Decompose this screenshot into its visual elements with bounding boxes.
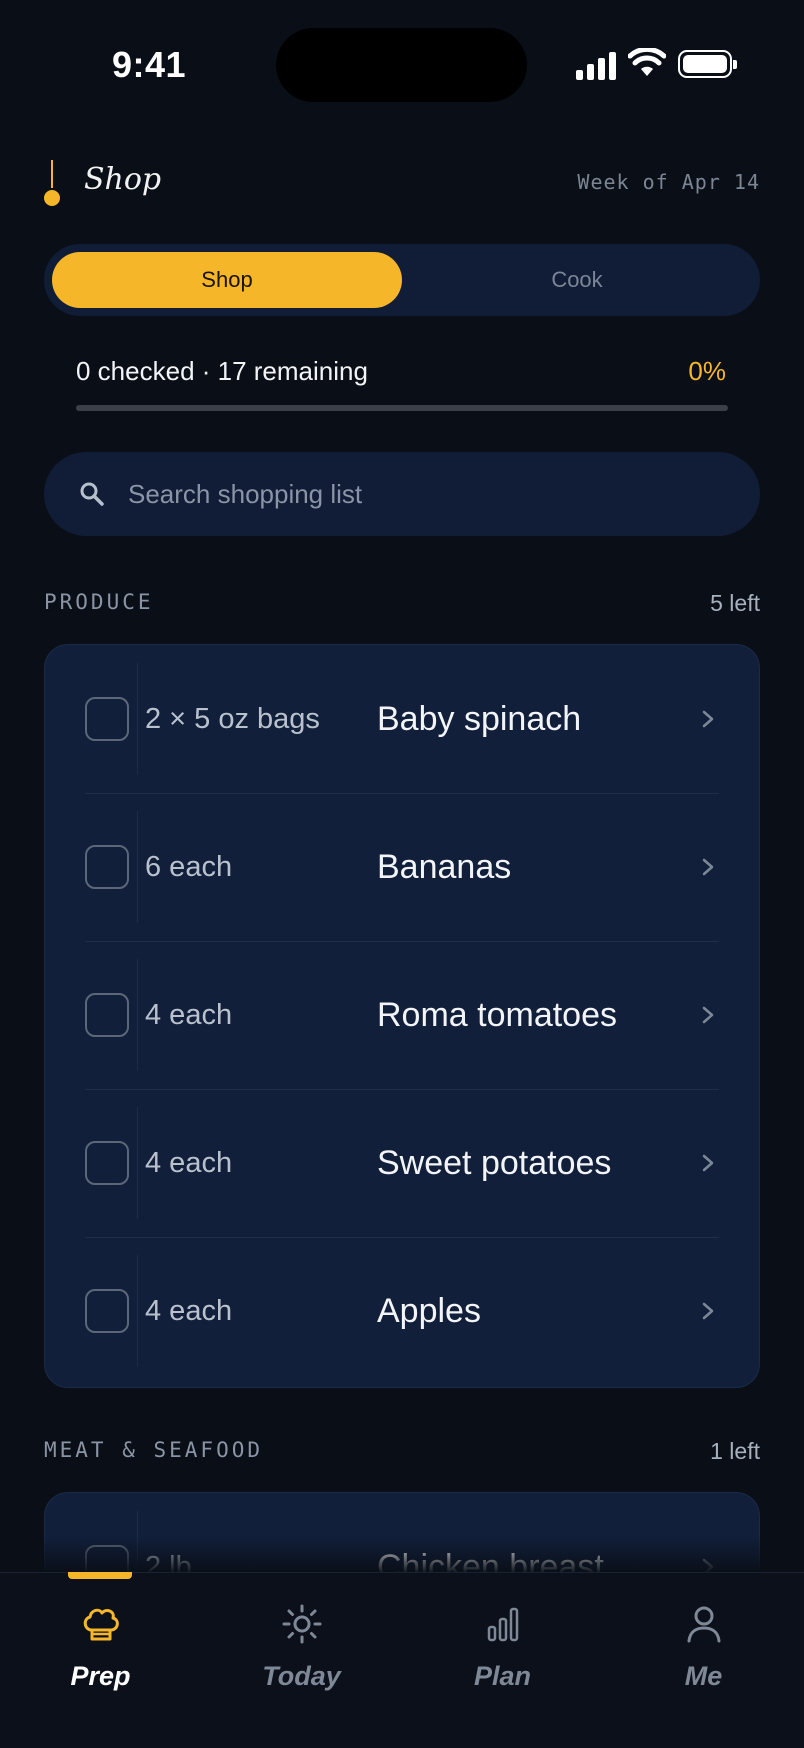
bottom-tab-bar: Prep Today Plan Me [0, 1572, 804, 1748]
search-input[interactable] [128, 452, 728, 536]
item-name: Roma tomatoes [377, 995, 617, 1034]
tab-label: Today [262, 1661, 341, 1691]
status-time: 9:41 [112, 44, 187, 85]
list-item[interactable]: 6 each Bananas [45, 793, 759, 941]
row-divider [137, 1255, 138, 1367]
list-item[interactable]: 4 each Sweet potatoes [45, 1089, 759, 1237]
section-count-produce: 5 left [710, 590, 760, 616]
chevron-right-icon[interactable] [701, 1001, 715, 1029]
item-name: Sweet potatoes [377, 1143, 612, 1182]
app-logo-icon [44, 160, 60, 206]
tab-prep[interactable]: Prep [0, 1572, 201, 1748]
tab-label: Plan [473, 1661, 532, 1691]
dynamic-island [276, 28, 527, 102]
tab-today[interactable]: Today [201, 1573, 402, 1748]
battery-icon [678, 50, 737, 78]
item-checkbox[interactable] [85, 1141, 129, 1185]
tab-me[interactable]: Me [603, 1573, 804, 1748]
row-divider [137, 663, 138, 775]
item-quantity: 4 each [145, 1295, 233, 1327]
item-name: Bananas [377, 847, 512, 886]
section-title-meat-seafood: MEAT & SEAFOOD [44, 1438, 264, 1462]
sun-icon [282, 1604, 322, 1644]
progress-bar [76, 405, 728, 411]
row-divider [137, 1107, 138, 1219]
item-quantity: 6 each [145, 851, 233, 883]
chef-hat-icon [83, 1608, 119, 1641]
section-title-produce: PRODUCE [44, 590, 154, 614]
search-bar [44, 452, 760, 536]
scroll-fade [0, 1536, 804, 1572]
row-divider [137, 811, 138, 923]
page-header: Shop Week of Apr 14 [44, 158, 760, 208]
page-title: Shop [84, 162, 162, 197]
shop-cook-toggle: Shop Cook [44, 244, 760, 316]
item-checkbox[interactable] [85, 1289, 129, 1333]
item-checkbox[interactable] [85, 697, 129, 741]
person-icon [687, 1606, 721, 1643]
item-quantity: 4 each [145, 999, 233, 1031]
produce-card: 2 × 5 oz bags Baby spinach 6 each Banana… [44, 644, 760, 1388]
row-divider [137, 959, 138, 1071]
item-name: Baby spinach [377, 699, 582, 738]
tab-cook[interactable]: Cook [402, 252, 752, 308]
progress-percent: 0% [688, 356, 726, 386]
chevron-right-icon[interactable] [701, 705, 715, 733]
list-item[interactable]: 4 each Apples [45, 1237, 759, 1385]
tab-label: Prep [70, 1661, 131, 1691]
item-checkbox[interactable] [85, 993, 129, 1037]
chevron-right-icon[interactable] [701, 1149, 715, 1177]
section-count-meat-seafood: 1 left [710, 1438, 760, 1464]
item-name: Apples [377, 1291, 481, 1330]
list-item[interactable]: 2 × 5 oz bags Baby spinach [45, 645, 759, 793]
item-quantity: 2 × 5 oz bags [145, 703, 320, 735]
active-tab-indicator [68, 1572, 132, 1579]
tab-plan[interactable]: Plan [402, 1573, 603, 1748]
search-icon [80, 482, 104, 506]
wifi-icon [628, 48, 666, 76]
chevron-right-icon[interactable] [701, 1297, 715, 1325]
progress-summary: 0 checked · 17 remaining [76, 356, 368, 386]
week-label: Week of Apr 14 [577, 170, 760, 194]
chevron-right-icon[interactable] [701, 853, 715, 881]
cellular-signal-icon [576, 50, 616, 80]
bar-chart-icon [487, 1607, 519, 1642]
item-quantity: 4 each [145, 1147, 233, 1179]
status-bar: 9:41 [0, 0, 804, 130]
tab-label: Me [684, 1661, 723, 1691]
tab-shop[interactable]: Shop [52, 252, 402, 308]
item-checkbox[interactable] [85, 845, 129, 889]
list-item[interactable]: 4 each Roma tomatoes [45, 941, 759, 1089]
